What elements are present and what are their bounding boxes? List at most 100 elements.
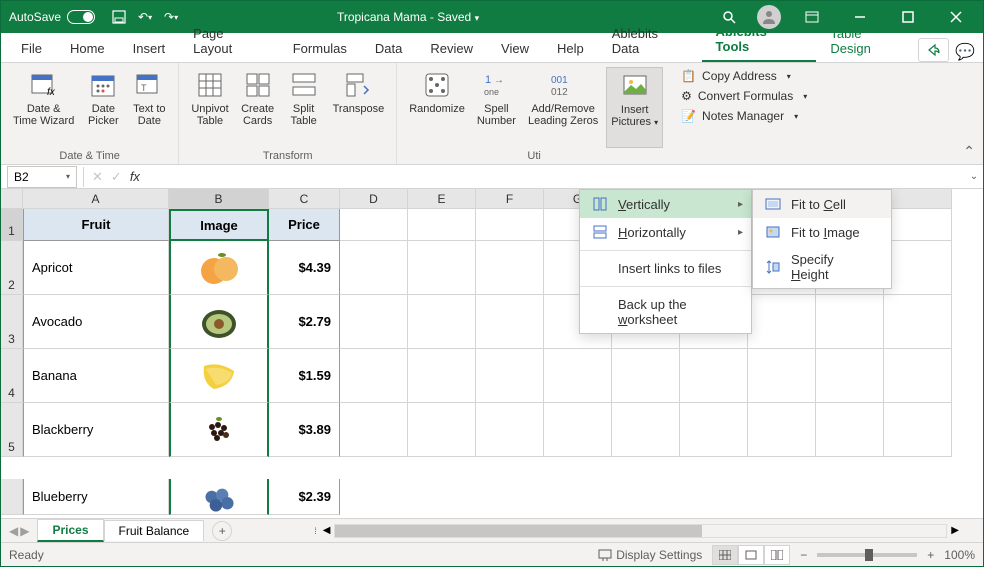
dd-specify-height[interactable]: Specify Height	[753, 246, 891, 288]
row-header-5[interactable]: 5	[1, 403, 23, 457]
header-fruit[interactable]: Fruit	[23, 209, 169, 241]
tab-file[interactable]: File	[7, 35, 56, 62]
undo-icon[interactable]: ↶▾	[135, 7, 155, 27]
fx-icon[interactable]: fx	[130, 169, 140, 184]
create-cards-button[interactable]: CreateCards	[237, 67, 279, 148]
col-header-C[interactable]: C	[269, 189, 340, 209]
tab-insert[interactable]: Insert	[119, 35, 180, 62]
save-status: Saved	[437, 10, 471, 24]
col-header-B[interactable]: B	[169, 189, 269, 209]
cancel-formula-icon[interactable]: ✕	[92, 169, 103, 185]
col-header-A[interactable]: A	[23, 189, 169, 209]
notes-manager-item[interactable]: 📝Notes Manager ▾	[677, 107, 811, 125]
tab-home[interactable]: Home	[56, 35, 119, 62]
tab-formulas[interactable]: Formulas	[279, 35, 361, 62]
svg-text:012: 012	[551, 87, 568, 98]
collapse-ribbon-icon[interactable]: ⌃	[963, 143, 975, 160]
accept-formula-icon[interactable]: ✓	[111, 169, 122, 185]
view-page-break-icon[interactable]	[764, 545, 790, 565]
col-header-D[interactable]: D	[340, 189, 408, 209]
dd-fit-to-cell[interactable]: Fit to Cell	[753, 190, 891, 218]
save-icon[interactable]	[109, 7, 129, 27]
split-table-button[interactable]: SplitTable	[283, 67, 325, 148]
formula-bar[interactable]	[148, 166, 965, 188]
dd-fit-to-image[interactable]: Fit to Image	[753, 218, 891, 246]
row-header-2[interactable]: 2	[1, 241, 23, 295]
fit-cell-icon	[765, 196, 781, 212]
notes-icon: 📝	[681, 109, 696, 123]
cell-fruit[interactable]: Avocado	[23, 295, 169, 349]
spell-number-button[interactable]: 1→oneSpellNumber	[473, 67, 520, 148]
row-header-3[interactable]: 3	[1, 295, 23, 349]
cell-price[interactable]: $3.89	[269, 403, 340, 457]
cell-image-blackberry[interactable]	[169, 403, 269, 457]
row-header-1[interactable]: 1	[1, 209, 23, 241]
cell-image-avocado[interactable]	[169, 295, 269, 349]
header-price[interactable]: Price	[269, 209, 340, 241]
header-image[interactable]: Image	[169, 209, 269, 241]
col-header-blank2[interactable]	[884, 189, 952, 209]
dd-insert-links[interactable]: Insert links to files	[580, 255, 751, 282]
col-header-E[interactable]: E	[408, 189, 476, 209]
status-ready: Ready	[9, 548, 44, 562]
dd-backup-worksheet[interactable]: Back up the worksheet	[580, 291, 751, 333]
zoom-level[interactable]: 100%	[944, 548, 975, 562]
autosave-toggle[interactable]	[67, 10, 95, 24]
view-page-layout-icon[interactable]	[738, 545, 764, 565]
leading-zeros-button[interactable]: 001012Add/RemoveLeading Zeros	[524, 67, 602, 148]
dd-horizontally[interactable]: Horizontally▸	[580, 218, 751, 246]
cell-price[interactable]: $2.79	[269, 295, 340, 349]
name-box[interactable]: B2▾	[7, 166, 77, 188]
cell-image-apricot[interactable]	[169, 241, 269, 295]
convert-formulas-item[interactable]: ⚙Convert Formulas ▾	[677, 87, 811, 105]
cell-image-blueberry[interactable]	[169, 479, 269, 515]
randomize-button[interactable]: Randomize	[405, 67, 469, 148]
tab-ablebits-tools[interactable]: Ablebits Tools	[702, 18, 817, 62]
tab-view[interactable]: View	[487, 35, 543, 62]
cell-price[interactable]: $4.39	[269, 241, 340, 295]
cell-fruit[interactable]: Blueberry	[23, 479, 169, 515]
text-to-date-button[interactable]: TText toDate	[128, 67, 170, 148]
zoom-in-icon[interactable]: +	[927, 548, 934, 562]
svg-text:T: T	[141, 83, 147, 93]
close-icon[interactable]	[933, 1, 979, 33]
col-header-F[interactable]: F	[476, 189, 544, 209]
date-time-wizard-button[interactable]: fxDate &Time Wizard	[9, 67, 78, 148]
copy-address-item[interactable]: 📋Copy Address ▾	[677, 67, 811, 85]
dd-vertically[interactable]: Vertically▸	[580, 190, 751, 218]
cell-fruit[interactable]: Apricot	[23, 241, 169, 295]
sheet-tab-prices[interactable]: Prices	[37, 519, 103, 542]
cell-fruit[interactable]: Banana	[23, 349, 169, 403]
zoom-out-icon[interactable]: −	[800, 548, 807, 562]
expand-formula-icon[interactable]: ⌄	[965, 171, 983, 182]
view-normal-icon[interactable]	[712, 545, 738, 565]
select-all-corner[interactable]	[1, 189, 23, 209]
row-header-4[interactable]: 4	[1, 349, 23, 403]
date-picker-button[interactable]: DatePicker	[82, 67, 124, 148]
tab-data[interactable]: Data	[361, 35, 416, 62]
insert-pictures-button[interactable]: InsertPictures ▾	[606, 67, 663, 148]
sheet-tab-fruit-balance[interactable]: Fruit Balance	[104, 520, 205, 541]
tab-page-layout[interactable]: Page Layout	[179, 20, 279, 62]
cell-price[interactable]: $1.59	[269, 349, 340, 403]
height-icon	[765, 259, 781, 275]
unpivot-table-button[interactable]: UnpivotTable	[187, 67, 232, 148]
comments-icon[interactable]: 💬	[953, 42, 977, 62]
share-icon[interactable]	[918, 38, 949, 62]
zoom-slider[interactable]	[817, 553, 917, 557]
transpose-button[interactable]: Transpose	[329, 67, 389, 148]
cell-price[interactable]: $2.39	[269, 479, 340, 515]
sheet-nav-next-icon[interactable]: ▶	[20, 524, 29, 538]
tab-help[interactable]: Help	[543, 35, 598, 62]
copy-icon: 📋	[681, 69, 696, 83]
horizontal-scrollbar[interactable]: ⁞ ◀ ▶	[312, 524, 963, 538]
add-sheet-icon[interactable]: +	[212, 521, 232, 541]
sheet-nav-prev-icon[interactable]: ◀	[9, 524, 18, 538]
tab-review[interactable]: Review	[416, 35, 487, 62]
redo-icon[interactable]: ↷▾	[161, 7, 181, 27]
display-settings-button[interactable]: Display Settings	[598, 548, 702, 562]
cell-fruit[interactable]: Blackberry	[23, 403, 169, 457]
tab-ablebits-data[interactable]: Ablebits Data	[598, 20, 702, 62]
cell-image-banana[interactable]	[169, 349, 269, 403]
tab-table-design[interactable]: Table Design	[816, 20, 918, 62]
